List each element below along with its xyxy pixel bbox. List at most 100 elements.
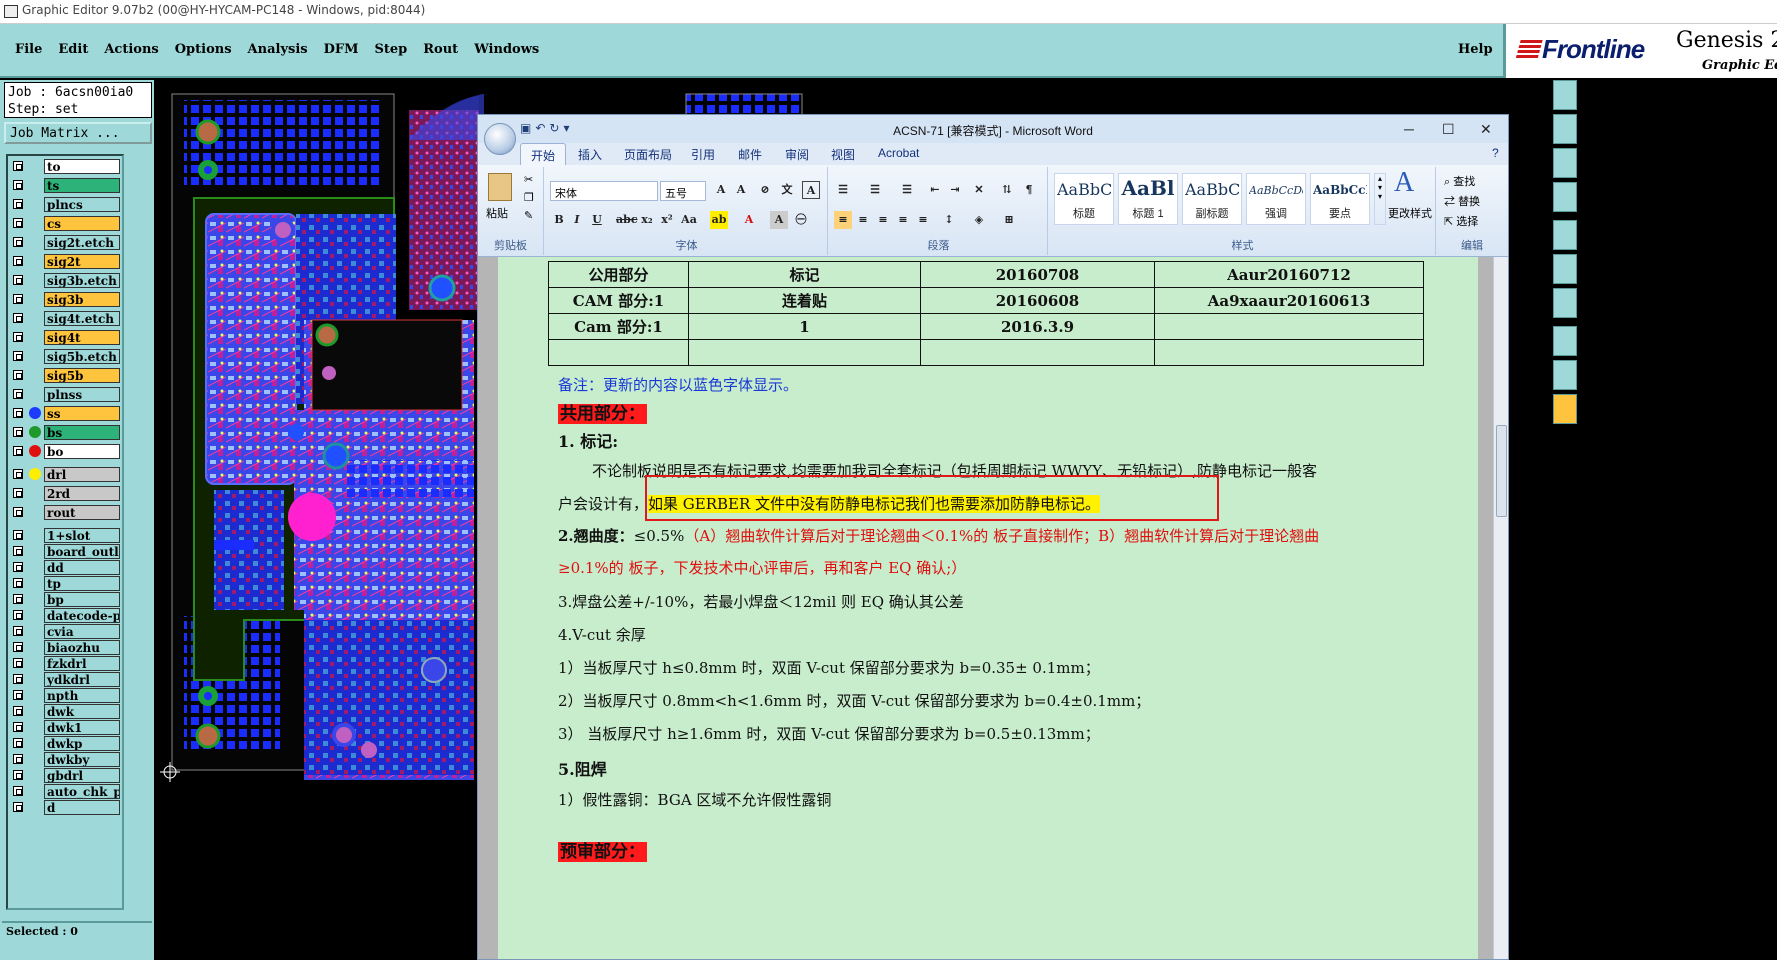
layer-row[interactable]: bs [11, 424, 122, 443]
table-cell[interactable]: 公用部分 [548, 261, 689, 288]
find-button[interactable]: ⌕ 查找 [1444, 173, 1475, 189]
table-cell[interactable]: Cam 部分:1 [548, 313, 689, 340]
layer-row[interactable]: npth [11, 687, 122, 703]
layer-name[interactable]: rout [44, 505, 120, 520]
layer-name[interactable]: ydkdrl [44, 672, 120, 687]
layer-row[interactable]: sig5b.etch [11, 348, 122, 367]
char-border-icon[interactable]: A [802, 181, 820, 199]
menu-file[interactable]: File [15, 42, 42, 57]
layer-checkbox[interactable] [13, 594, 23, 604]
layer-name[interactable]: 2rd [44, 486, 120, 501]
layer-name[interactable]: tp [44, 576, 120, 591]
distribute-icon[interactable]: ≡ [914, 211, 932, 229]
bullets-icon[interactable]: ☰ [834, 181, 852, 199]
layer-name[interactable]: plncs [44, 197, 120, 212]
vertical-scrollbar[interactable] [1493, 257, 1508, 959]
menu-options[interactable]: Options [175, 42, 232, 57]
menu-help[interactable]: Help [1458, 42, 1493, 57]
font-name-box[interactable]: 宋体 [550, 181, 658, 201]
tab-review[interactable]: 审阅 [785, 146, 809, 163]
layer-row[interactable]: sig2t [11, 253, 122, 272]
layer-checkbox[interactable] [13, 427, 23, 437]
layer-checkbox[interactable] [13, 370, 23, 380]
layer-checkbox[interactable] [13, 610, 23, 620]
layer-row[interactable]: drl [11, 466, 122, 485]
menu-dfm[interactable]: DFM [324, 42, 359, 57]
qat-dropdown-icon[interactable]: ▾ [563, 121, 573, 135]
paste-label[interactable]: 粘贴 [486, 205, 508, 221]
layer-checkbox[interactable] [13, 658, 23, 668]
job-matrix-button[interactable]: Job Matrix ... [4, 122, 152, 144]
layer-row[interactable]: dd [11, 559, 122, 575]
layer-name[interactable]: npth [44, 688, 120, 703]
replace-button[interactable]: ⇄ 替换 [1444, 193, 1480, 209]
layer-name[interactable]: bo [44, 444, 120, 459]
layer-checkbox[interactable] [13, 469, 23, 479]
layer-checkbox[interactable] [13, 256, 23, 266]
menu-actions[interactable]: Actions [104, 42, 158, 57]
layer-name[interactable]: cs [44, 216, 120, 231]
tool-button-6[interactable] [1553, 254, 1577, 284]
subscript-icon[interactable]: x₂ [638, 211, 656, 229]
tab-insert[interactable]: 插入 [578, 146, 602, 163]
sort-icon[interactable]: ⇅ [998, 181, 1016, 199]
align-left-icon[interactable]: ≡ [834, 211, 852, 229]
layer-name[interactable]: plnss [44, 387, 120, 402]
close-icon[interactable]: ✕ [1480, 121, 1492, 138]
layer-name[interactable]: dwkp [44, 736, 120, 751]
redo-icon[interactable]: ↻ [549, 121, 563, 135]
tab-references[interactable]: 引用 [691, 146, 715, 163]
layer-name[interactable]: biaozhu [44, 640, 120, 655]
table-cell[interactable]: 标记 [688, 261, 921, 288]
align-center-icon[interactable]: ≡ [854, 211, 872, 229]
layer-checkbox[interactable] [13, 706, 23, 716]
style-emphasis[interactable]: AaBbCcDd强调 [1246, 173, 1306, 225]
layer-name[interactable]: gbdrl [44, 768, 120, 783]
tool-button-10[interactable] [1553, 394, 1577, 424]
styles-scroll[interactable]: ▴ ▾ ▾ [1374, 173, 1386, 225]
help-icon[interactable]: ? [1492, 146, 1499, 160]
tab-mailings[interactable]: 邮件 [738, 146, 762, 163]
layer-row[interactable]: plncs [11, 196, 122, 215]
layer-row[interactable]: sig4t.etch [11, 310, 122, 329]
layer-name[interactable]: d [44, 800, 120, 815]
tool-button-7[interactable] [1553, 288, 1577, 318]
menu-rout[interactable]: Rout [423, 42, 458, 57]
layer-checkbox[interactable] [13, 507, 23, 517]
table-cell[interactable]: Aaur20160712 [1154, 261, 1424, 288]
layer-checkbox[interactable] [13, 546, 23, 556]
table-cell[interactable] [1154, 339, 1424, 366]
char-shading-icon[interactable]: A [770, 211, 788, 229]
enclose-char-icon[interactable]: ㊀ [792, 211, 810, 229]
layer-row[interactable]: dwk1 [11, 719, 122, 735]
strikethrough-icon[interactable]: abc [616, 211, 638, 229]
table-cell[interactable]: 2016.3.9 [920, 313, 1155, 340]
table-cell[interactable]: 20160608 [920, 287, 1155, 314]
underline-icon[interactable]: U [588, 211, 606, 229]
layer-row[interactable]: 2rd [11, 485, 122, 504]
layer-row[interactable]: fzkdrl [11, 655, 122, 671]
menu-analysis[interactable]: Analysis [248, 42, 308, 57]
layer-name[interactable]: sig3b.etch [44, 273, 120, 288]
layer-checkbox[interactable] [13, 626, 23, 636]
layer-row[interactable]: bp [11, 591, 122, 607]
show-marks-icon[interactable]: ¶ [1020, 181, 1038, 199]
layer-name[interactable]: sig3b [44, 292, 120, 307]
align-right-icon[interactable]: ≡ [874, 211, 892, 229]
layer-name[interactable]: bs [44, 425, 120, 440]
phonetic-icon[interactable]: 文 [778, 181, 796, 199]
layer-checkbox[interactable] [13, 180, 23, 190]
layer-name[interactable]: to [44, 159, 120, 174]
copy-icon[interactable]: ❐ [524, 191, 534, 204]
layer-checkbox[interactable] [13, 351, 23, 361]
line-spacing-icon[interactable]: ↕ [940, 211, 958, 229]
table-cell[interactable]: 20160708 [920, 261, 1155, 288]
layer-checkbox[interactable] [13, 530, 23, 540]
increase-indent-icon[interactable]: ⇥ [946, 181, 964, 199]
layer-checkbox[interactable] [13, 332, 23, 342]
undo-icon[interactable]: ↶ [535, 121, 549, 135]
layer-checkbox[interactable] [13, 754, 23, 764]
layer-row[interactable]: cs [11, 215, 122, 234]
layer-row[interactable]: plnss [11, 386, 122, 405]
menu-step[interactable]: Step [374, 42, 407, 57]
